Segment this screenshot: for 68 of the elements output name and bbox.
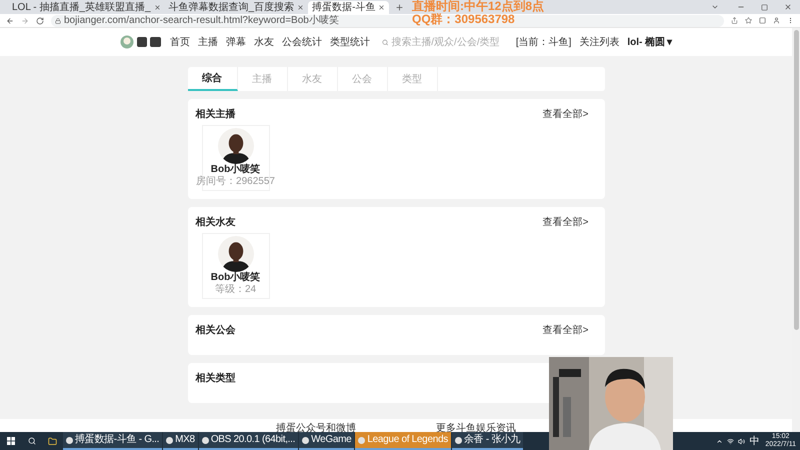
reload-icon[interactable] [36, 16, 44, 24]
browser-tab[interactable]: 搏蛋数据-斗鱼 [308, 1, 390, 14]
menu-icon[interactable] [787, 17, 794, 24]
bookmark-icon[interactable] [745, 17, 752, 24]
nav-link[interactable]: 首页 [170, 34, 190, 50]
share-icon[interactable] [731, 17, 738, 24]
app-icon [358, 436, 366, 444]
network-icon[interactable] [727, 438, 734, 444]
folder-icon[interactable] [48, 436, 57, 446]
taskbar-app[interactable]: 余香 - 张小九 [452, 432, 524, 450]
tab-title: 搏蛋数据-斗鱼 [312, 2, 376, 14]
profile-name: Bob小唛笑 [210, 272, 260, 284]
tab-title: 斗鱼弹幕数据查询_百度搜索 [168, 2, 294, 14]
profile-detail: 等级：24 [214, 284, 256, 296]
app-icon [302, 436, 310, 444]
back-icon[interactable] [6, 16, 14, 24]
restore-icon[interactable] [761, 4, 768, 11]
follow-link[interactable]: 关注列表 [579, 34, 620, 50]
tab-search-icon[interactable] [711, 3, 719, 11]
windows-icon[interactable] [7, 437, 15, 445]
new-tab-icon[interactable] [395, 3, 404, 12]
user-menu[interactable]: lol- 椭圆 ▾ [627, 34, 672, 50]
app-icon [166, 436, 174, 444]
view-all-link[interactable]: 查看全部> [542, 214, 588, 230]
site-logo[interactable] [120, 35, 162, 49]
nav-link[interactable]: 弹幕 [226, 34, 246, 50]
volume-icon[interactable] [738, 438, 746, 444]
nav-link[interactable]: 公会统计 [282, 34, 322, 50]
overlay-text: QQ群：309563798 [412, 13, 515, 26]
close-icon[interactable] [378, 4, 386, 11]
close-icon[interactable] [784, 3, 792, 11]
overlay-text: 直播时间:中午12点到8点 [412, 0, 544, 13]
profile-card[interactable]: Bob小唛笑 等级：24 [202, 233, 270, 299]
nav-link[interactable]: 水友 [254, 34, 274, 50]
app-icon [66, 436, 73, 444]
section-title: 相关类型 [196, 372, 236, 386]
footer-heading: 更多斗鱼娱乐资讯 [436, 422, 516, 434]
view-all-link[interactable]: 查看全部> [542, 106, 588, 122]
tab-title: LOL - 抽搐直播_英雄联盟直播_ [12, 2, 151, 14]
search-icon[interactable] [28, 437, 36, 445]
profile-icon[interactable] [773, 17, 780, 24]
close-icon[interactable] [297, 4, 304, 11]
taskbar-app[interactable]: MX8 [163, 432, 198, 450]
platform-label[interactable]: [当前：斗鱼] [516, 34, 572, 50]
logo-mark-icon [136, 36, 162, 48]
mascot-icon [120, 35, 134, 49]
taskbar-app[interactable]: OBS 20.0.1 (64bit,... [198, 432, 298, 450]
taskbar-app[interactable]: WeGame [299, 432, 354, 450]
section-title: 相关水友 [196, 216, 236, 230]
ime-indicator[interactable]: 中 [749, 434, 760, 448]
search-icon [382, 38, 388, 46]
sidebar-icon[interactable] [759, 17, 766, 24]
nav-link[interactable]: 主播 [198, 34, 218, 50]
result-tab[interactable]: 综合 [188, 67, 238, 91]
lock-icon [55, 18, 61, 24]
section-title: 相关公会 [196, 324, 236, 338]
footer-heading: 搏蛋公众号和微博 [276, 422, 356, 434]
section-title: 相关主播 [196, 107, 236, 122]
app-icon [202, 436, 209, 444]
url-text: bojianger.com/anchor-search-result.html?keyword=Bob小唛笑 [64, 14, 339, 26]
taskbar-app[interactable]: 搏蛋数据-斗鱼 - G... [63, 432, 162, 450]
profile-name: Bob小唛笑 [210, 164, 260, 176]
view-all-link[interactable]: 查看全部> [542, 322, 588, 338]
profile-detail: 房间号：2962557 [196, 176, 275, 188]
close-icon[interactable] [154, 4, 161, 11]
nav-link[interactable]: 类型统计 [330, 34, 370, 50]
app-icon [454, 436, 462, 444]
search-field[interactable]: 搜索主播/观众/公会/类型 [378, 34, 508, 50]
